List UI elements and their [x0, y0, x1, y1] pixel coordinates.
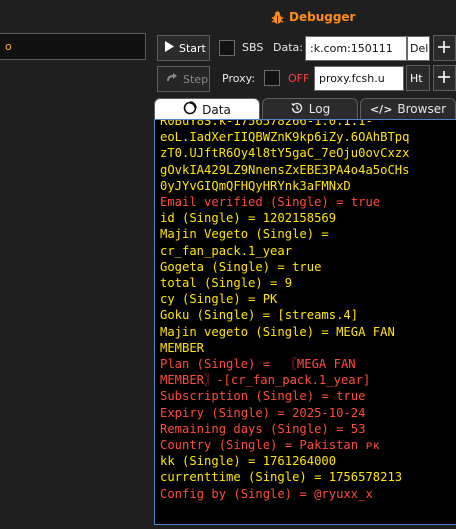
tab-log-label: Log	[308, 102, 331, 116]
output-line: Country (Single) = Pakistan ᴘᴋ	[160, 438, 381, 453]
output-panel[interactable]: R0BuY8S.k-1756578266-1.0.1.1- eoL.IadXerI…	[154, 119, 456, 525]
play-icon	[165, 41, 174, 55]
circle-icon	[183, 101, 197, 118]
code-icon: </>	[369, 102, 393, 116]
output-line: MEMBER〗-[cr_fan_pack.1_year]	[160, 373, 371, 388]
output-line: Subscription (Single) = true	[160, 389, 366, 404]
tab-data[interactable]: Data	[154, 98, 260, 120]
proxy-add-button[interactable]	[433, 65, 456, 91]
bug-icon	[270, 10, 285, 25]
output-line: id (Single) = 1202158569	[160, 211, 337, 226]
tab-browser[interactable]: </> Browser	[360, 98, 456, 119]
plus-icon	[438, 70, 450, 86]
output-line: Expiry (Single) = 2025-10-24	[160, 405, 366, 420]
output-line: MEMBER	[160, 340, 205, 355]
output-line: Config by (Single) = @ryuxx_x	[160, 486, 373, 501]
output-line: Plan (Single) = 〖MEGA FAN	[160, 357, 356, 372]
data-label: Data:	[273, 41, 303, 54]
output-line: Majin Vegeto (Single) =	[160, 227, 329, 242]
output-line: currenttime (Single) = 1756578213	[160, 470, 403, 485]
data-field[interactable]: :k.com:150111	[305, 36, 407, 61]
proxy-checkbox[interactable]	[264, 70, 280, 86]
output-line: gOvkIA429LZ9NnensZxEBE3PA4o4a5oCHs	[160, 162, 410, 177]
title-bar: Debugger	[0, 0, 456, 32]
output-lines: R0BuY8S.k-1756578266-1.0.1.1- eoL.IadXerI…	[155, 119, 410, 502]
output-line: R0BuY8S.k-1756578266-1.0.1.1-	[160, 119, 373, 128]
sbs-checkbox[interactable]	[219, 40, 235, 56]
tab-bar: Data Log </> Browser	[153, 98, 456, 120]
output-line: total (Single) = 9	[160, 276, 293, 291]
step-icon	[165, 72, 178, 86]
output-line: zT0.UJftR6Oy4l8tY5gaC_7eOju0ovCxzx	[160, 146, 410, 161]
app-title-group: Debugger	[270, 9, 355, 25]
proxy-mode-label: Ht	[410, 71, 423, 85]
output-line: kk (Single) = 1761264000	[160, 454, 337, 469]
url-input[interactable]: o	[0, 33, 146, 60]
proxy-field[interactable]: proxy.fcsh.u	[314, 66, 404, 91]
data-add-button[interactable]	[433, 35, 456, 61]
app-title: Debugger	[289, 10, 356, 24]
output-line: 0yJYvGIQmQFHQyHRYnk3aFMNxD	[160, 178, 351, 193]
tab-log[interactable]: Log	[262, 98, 358, 119]
output-line: cy (Single) = PK	[160, 292, 278, 307]
output-line: Goku (Single) = [streams.4]	[160, 308, 359, 323]
tab-data-label: Data	[202, 102, 231, 117]
step-button[interactable]: Step	[157, 66, 210, 92]
output-line: Majin vegeto (Single) = MEGA FAN	[160, 324, 395, 339]
sbs-label: SBS	[242, 41, 264, 54]
proxy-state: OFF	[288, 72, 310, 85]
tab-browser-label: Browser	[397, 102, 447, 116]
output-line: eoL.IadXerIIQBWZnK9kp6iZy.6OAhBTpq	[160, 130, 410, 145]
history-icon	[290, 101, 304, 118]
output-line: cr_fan_pack.1_year	[160, 243, 293, 258]
data-mode-select[interactable]: Del	[407, 36, 430, 61]
step-label: Step	[183, 72, 209, 86]
start-button[interactable]: Start	[157, 35, 210, 61]
output-line: Gogeta (Single) = true	[160, 259, 322, 274]
output-line: Email verified (Single) = true	[160, 195, 381, 210]
plus-icon	[438, 40, 450, 56]
proxy-label: Proxy:	[222, 72, 256, 85]
start-label: Start	[179, 41, 206, 55]
proxy-mode-select[interactable]: Ht	[406, 65, 430, 91]
output-line: Remaining days (Single) = 53	[160, 421, 366, 436]
